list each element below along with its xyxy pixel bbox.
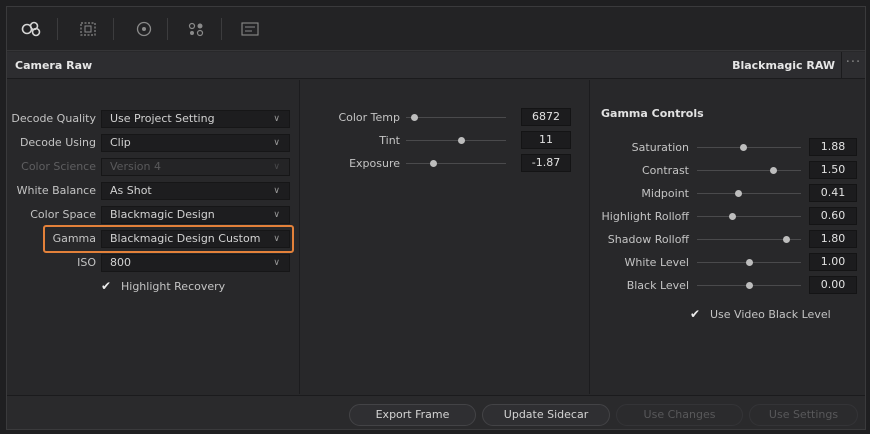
decode-row-label: Decode Using: [19, 136, 96, 149]
dropdown-value: Use Project Setting: [110, 112, 215, 125]
decode-row-dropdown: Version 4 ∨: [101, 158, 290, 176]
decode-row-label: Color Space: [30, 208, 96, 221]
chevron-down-icon: ∨: [273, 186, 280, 196]
slider-track[interactable]: [697, 170, 801, 171]
lut-icon[interactable]: [237, 16, 263, 42]
more-options-button[interactable]: ···: [841, 52, 865, 78]
decode-settings-panel: ✔ Highlight Recovery Decode Quality Use P…: [7, 80, 299, 394]
gamma-value-field[interactable]: 0.00: [809, 276, 857, 294]
decode-row-dropdown[interactable]: Clip ∨: [101, 134, 290, 152]
slider-handle[interactable]: [458, 137, 465, 144]
toolbar: [7, 7, 865, 51]
toolbar-divider: [113, 18, 114, 40]
gamma-slider-label: Highlight Rolloff: [601, 210, 689, 223]
chevron-down-icon: ∨: [273, 258, 280, 268]
gamma-value-field[interactable]: 1.50: [809, 161, 857, 179]
slider-handle[interactable]: [739, 144, 747, 151]
gamma-value-field[interactable]: 1.80: [809, 230, 857, 248]
gamma-slider-label: White Level: [624, 256, 689, 269]
gamma-slider-label: Saturation: [631, 141, 689, 154]
chevron-down-icon: ∨: [273, 138, 280, 148]
decode-row-dropdown[interactable]: As Shot ∨: [101, 182, 290, 200]
toolbar-divider: [167, 18, 168, 40]
slider-handle[interactable]: [746, 282, 753, 289]
slider-track[interactable]: [697, 193, 801, 194]
gamma-slider-label: Contrast: [641, 164, 689, 177]
nodes-icon[interactable]: [183, 16, 209, 42]
slider-handle[interactable]: [430, 160, 437, 167]
slider-handle[interactable]: [411, 114, 418, 121]
chevron-down-icon: ∨: [273, 210, 280, 220]
footer-bar: Export Frame Update Sidecar Use Changes …: [7, 395, 865, 429]
chevron-down-icon: ∨: [273, 162, 280, 172]
color-picker-icon[interactable]: [131, 16, 157, 42]
decode-row-label: Gamma: [52, 232, 96, 245]
slider-handle[interactable]: [769, 167, 777, 174]
decode-row-dropdown[interactable]: Blackmagic Design ∨: [101, 206, 290, 224]
dropdown-value: Blackmagic Design: [110, 208, 215, 221]
decode-row-dropdown[interactable]: Blackmagic Design Custom ∨: [101, 230, 290, 248]
gamma-slider-label: Shadow Rolloff: [607, 233, 689, 246]
color-value-field[interactable]: 11: [521, 131, 571, 149]
dropdown-value: 800: [110, 256, 131, 269]
gamma-value-field[interactable]: 0.60: [809, 207, 857, 225]
decode-row-dropdown[interactable]: Use Project Setting ∨: [101, 110, 290, 128]
use-video-black-level-checkbox[interactable]: ✔: [689, 308, 701, 320]
dropdown-value: As Shot: [110, 184, 152, 197]
slider-track[interactable]: [697, 147, 801, 148]
chevron-down-icon: ∨: [273, 234, 280, 244]
decode-row-dropdown[interactable]: 800 ∨: [101, 254, 290, 272]
slider-track[interactable]: [406, 117, 506, 118]
raw-format-label: Blackmagic RAW: [732, 59, 835, 72]
toolbar-divider: [57, 18, 58, 40]
slider-handle[interactable]: [729, 213, 737, 220]
decode-row-label: Decode Quality: [11, 112, 96, 125]
gamma-controls-title: Gamma Controls: [601, 107, 704, 120]
gamma-slider-label: Midpoint: [641, 187, 689, 200]
decode-row-label: Color Science: [21, 160, 96, 173]
slider-track[interactable]: [406, 140, 506, 141]
slider-handle[interactable]: [734, 190, 742, 197]
gamma-controls-panel: Gamma Controls ✔ Use Video Black Level S…: [591, 80, 865, 394]
media-pool-icon[interactable]: [75, 16, 101, 42]
export-frame-button[interactable]: Export Frame: [349, 404, 476, 426]
color-adjust-panel: Color Temp 6872 Tint 11 Exposure -1.87: [299, 80, 590, 394]
update-sidecar-button[interactable]: Update Sidecar: [482, 404, 610, 426]
use-video-black-level-label: Use Video Black Level: [710, 308, 831, 321]
use-settings-button[interactable]: Use Settings: [749, 404, 858, 426]
toolbar-divider: [221, 18, 222, 40]
gamma-value-field[interactable]: 0.41: [809, 184, 857, 202]
camera-raw-window: Camera Raw Blackmagic RAW ··· ✔ Highligh…: [6, 6, 866, 430]
color-slider-label: Tint: [379, 134, 400, 147]
color-slider-label: Exposure: [349, 157, 400, 170]
color-slider-label: Color Temp: [338, 111, 400, 124]
panel-title: Camera Raw: [15, 59, 93, 72]
davinci-logo-icon[interactable]: [19, 16, 45, 42]
dropdown-value: Version 4: [110, 160, 161, 173]
highlight-recovery-label: Highlight Recovery: [121, 280, 226, 293]
gamma-value-field[interactable]: 1.00: [809, 253, 857, 271]
use-changes-button[interactable]: Use Changes: [616, 404, 743, 426]
gamma-slider-label: Black Level: [626, 279, 689, 292]
gamma-value-field[interactable]: 1.88: [809, 138, 857, 156]
panel-header: Camera Raw Blackmagic RAW ···: [7, 52, 865, 79]
slider-handle[interactable]: [783, 236, 791, 243]
slider-track[interactable]: [406, 163, 506, 164]
highlight-recovery-checkbox[interactable]: ✔: [100, 280, 112, 292]
color-value-field[interactable]: 6872: [521, 108, 571, 126]
decode-row-label: White Balance: [16, 184, 96, 197]
slider-track[interactable]: [697, 216, 801, 217]
chevron-down-icon: ∨: [273, 114, 280, 124]
color-value-field[interactable]: -1.87: [521, 154, 571, 172]
dropdown-value: Clip: [110, 136, 131, 149]
decode-row-label: ISO: [77, 256, 96, 269]
slider-handle[interactable]: [746, 259, 753, 266]
dropdown-value: Blackmagic Design Custom: [110, 232, 261, 245]
